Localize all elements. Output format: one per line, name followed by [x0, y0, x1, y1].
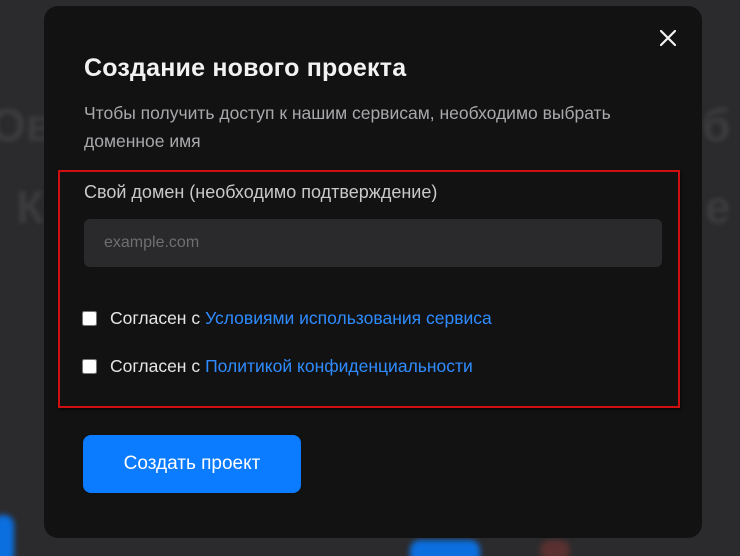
- terms-agreement-row: Согласен с Условиями использования серви…: [82, 306, 492, 330]
- background-blur: [410, 540, 480, 556]
- create-project-button[interactable]: Создать проект: [83, 435, 301, 493]
- terms-of-service-link[interactable]: Условиями использования сервиса: [205, 308, 492, 329]
- close-button[interactable]: [656, 26, 680, 50]
- modal-subtitle: Чтобы получить доступ к нашим сервисам, …: [84, 103, 611, 151]
- privacy-agreement-row: Согласен с Политикой конфиденциальности: [82, 354, 473, 378]
- terms-checkbox[interactable]: [82, 310, 97, 326]
- background-blur: [540, 540, 570, 556]
- background-blur: К: [16, 181, 45, 233]
- background-blur: [0, 515, 14, 556]
- domain-input[interactable]: [84, 219, 662, 267]
- privacy-agreement-prefix: Согласен с: [110, 355, 201, 376]
- close-icon: [659, 29, 677, 47]
- background-blur: е: [705, 181, 731, 233]
- terms-agreement-prefix: Согласен с: [110, 307, 201, 328]
- background-blur: б: [702, 99, 731, 151]
- domain-field-label: Свой домен (необходимо подтверждение): [84, 182, 438, 202]
- create-project-modal: Создание нового проекта Чтобы получить д…: [44, 6, 702, 538]
- modal-title: Создание нового проекта: [84, 54, 407, 82]
- privacy-checkbox[interactable]: [82, 358, 97, 374]
- privacy-policy-link[interactable]: Политикой конфиденциальности: [205, 356, 473, 377]
